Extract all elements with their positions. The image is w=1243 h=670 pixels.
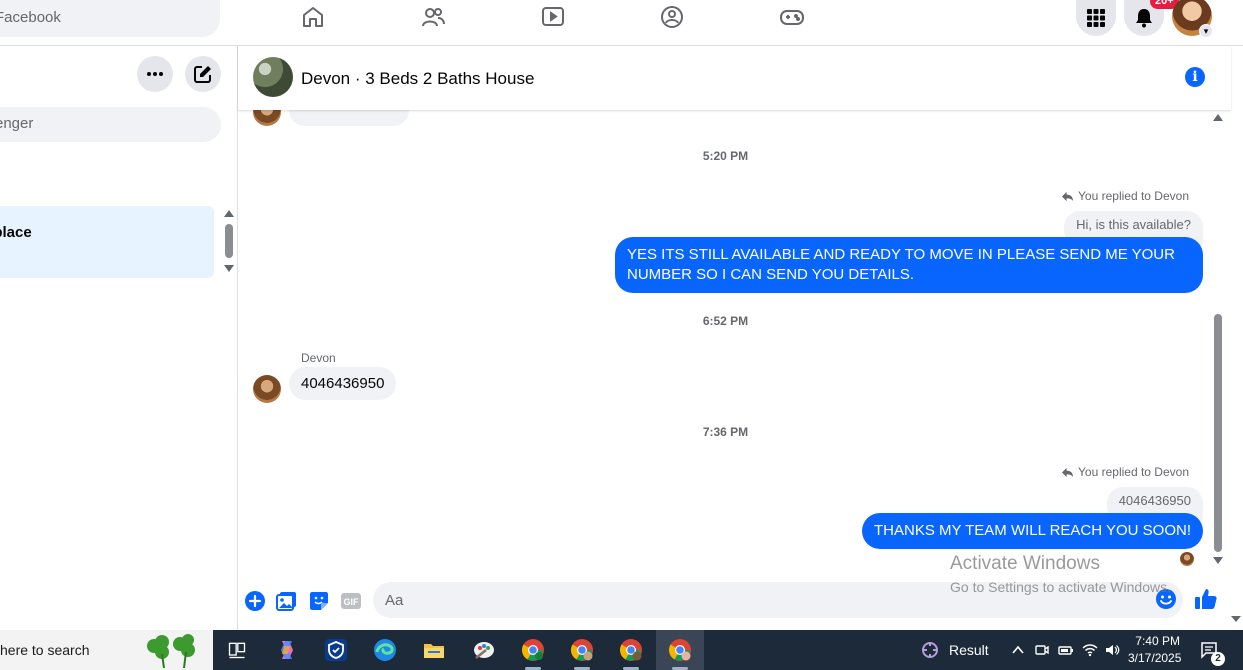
- security-shield-icon[interactable]: [322, 636, 350, 664]
- message-bubble-incoming[interactable]: 4046436950: [289, 367, 397, 400]
- weather-widget-label[interactable]: Result: [949, 642, 989, 658]
- message-bubble-outgoing[interactable]: THANKS MY TEAM WILL REACH YOU SOON!: [861, 513, 1203, 549]
- chrome-profile-icon[interactable]: [568, 636, 596, 664]
- message-bubble-outgoing[interactable]: YES ITS STILL AVAILABLE AND READY TO MOV…: [615, 237, 1203, 293]
- taskbar-clock-time[interactable]: 7:40 PM: [1128, 634, 1180, 648]
- new-message-button[interactable]: [185, 56, 221, 92]
- chevron-down-icon[interactable]: ▾: [1199, 24, 1213, 38]
- paint-app-icon[interactable]: [470, 636, 498, 664]
- seen-indicator-avatar: [1180, 552, 1194, 566]
- photo-icon[interactable]: [276, 590, 298, 612]
- chat-title[interactable]: Devon · 3 Beds 2 Baths House: [301, 69, 534, 89]
- scroll-down-arrow-icon[interactable]: [1213, 557, 1223, 564]
- compose-icon: [194, 66, 211, 83]
- info-icon[interactable]: i: [1185, 67, 1205, 87]
- reply-arrow-icon: [1062, 191, 1074, 201]
- windows-activation-watermark-subtitle: Go to Settings to activate Windows.: [950, 579, 1171, 595]
- gaming-icon[interactable]: [779, 4, 805, 30]
- camera-icon[interactable]: [1034, 642, 1050, 658]
- scroll-up-arrow-icon[interactable]: [1213, 114, 1223, 121]
- timestamp: 7:36 PM: [702, 425, 749, 439]
- messenger-search-input[interactable]: ssenger: [0, 107, 221, 142]
- sender-name: Devon: [301, 351, 336, 365]
- chat-options-button[interactable]: [137, 56, 173, 92]
- screen: rch Facebook: [0, 0, 1243, 670]
- scroll-down-arrow-icon[interactable]: [1231, 616, 1241, 622]
- more-dots-icon: [147, 72, 163, 76]
- gif-icon[interactable]: GIF: [340, 590, 362, 612]
- sender-avatar[interactable]: [253, 110, 281, 126]
- sidebar-item-label: etplace: [0, 224, 32, 241]
- task-view-icon[interactable]: [223, 636, 251, 664]
- weather-widget-icon[interactable]: [920, 639, 940, 661]
- reply-indicator-text: You replied to Devon: [1078, 189, 1189, 203]
- edge-browser-icon[interactable]: [371, 636, 399, 664]
- chrome-profile-icon[interactable]: [617, 636, 645, 664]
- scroll-down-arrow-icon[interactable]: [224, 265, 234, 272]
- chrome-profile-icon[interactable]: [666, 636, 694, 664]
- notification-count-badge: 2: [1211, 652, 1225, 666]
- wifi-icon[interactable]: [1082, 642, 1098, 658]
- taskbar-clock-date[interactable]: 3/17/2025: [1128, 651, 1181, 665]
- bell-icon: [1136, 9, 1152, 28]
- chevron-up-icon[interactable]: [1010, 642, 1026, 658]
- chrome-icon[interactable]: [519, 636, 547, 664]
- reply-indicator-text: You replied to Devon: [1078, 465, 1189, 479]
- sender-avatar[interactable]: [253, 375, 281, 403]
- message-bubble-incoming-partial[interactable]: [289, 110, 409, 126]
- sticker-icon[interactable]: [308, 590, 330, 612]
- timestamp: 6:52 PM: [702, 314, 749, 328]
- home-icon[interactable]: [300, 4, 326, 30]
- windows-activation-watermark-title: Activate Windows: [950, 553, 1100, 574]
- facebook-search-box[interactable]: rch Facebook: [0, 0, 220, 37]
- messenger-search-placeholder: ssenger: [0, 115, 34, 132]
- file-explorer-icon[interactable]: [420, 636, 448, 664]
- reply-indicator: You replied to Devon: [1061, 189, 1189, 203]
- menu-grid-icon: [1087, 9, 1105, 27]
- copilot-icon[interactable]: [273, 636, 301, 664]
- battery-icon[interactable]: [1058, 642, 1074, 658]
- taskbar-search-placeholder: here to search: [0, 642, 90, 658]
- taskbar-search-box[interactable]: here to search: [0, 630, 213, 670]
- sidebar-scrollbar-thumb[interactable]: [225, 224, 233, 258]
- watch-icon[interactable]: [540, 4, 566, 30]
- chat-header: Devon · 3 Beds 2 Baths House i: [238, 46, 1231, 110]
- windows-taskbar: here to search Result 7:40 PM 3/17/2025 …: [0, 630, 1243, 670]
- timestamp: 5:20 PM: [702, 149, 749, 163]
- chat-avatar[interactable]: [253, 57, 293, 97]
- volume-icon[interactable]: [1104, 642, 1120, 658]
- gif-label: GIF: [344, 597, 360, 607]
- sidebar-item-marketplace[interactable]: etplace: [0, 206, 214, 278]
- reply-arrow-icon: [1062, 467, 1074, 477]
- thumbs-up-icon[interactable]: [1194, 587, 1218, 611]
- groups-icon[interactable]: [659, 4, 685, 30]
- reply-indicator: You replied to Devon: [1061, 465, 1189, 479]
- clover-icon: [147, 634, 195, 668]
- message-list: 5:20 PM You replied to Devon Hi, is this…: [238, 110, 1213, 572]
- chats-sidebar: ssenger etplace: [0, 46, 238, 630]
- message-scrollbar-thumb[interactable]: [1214, 314, 1222, 552]
- friends-icon[interactable]: [420, 4, 446, 30]
- plus-icon[interactable]: [244, 590, 266, 612]
- top-navigation-bar: rch Facebook: [0, 0, 1243, 46]
- facebook-search-placeholder: rch Facebook: [0, 9, 61, 26]
- menu-button[interactable]: [1076, 0, 1116, 36]
- scroll-up-arrow-icon[interactable]: [224, 210, 234, 217]
